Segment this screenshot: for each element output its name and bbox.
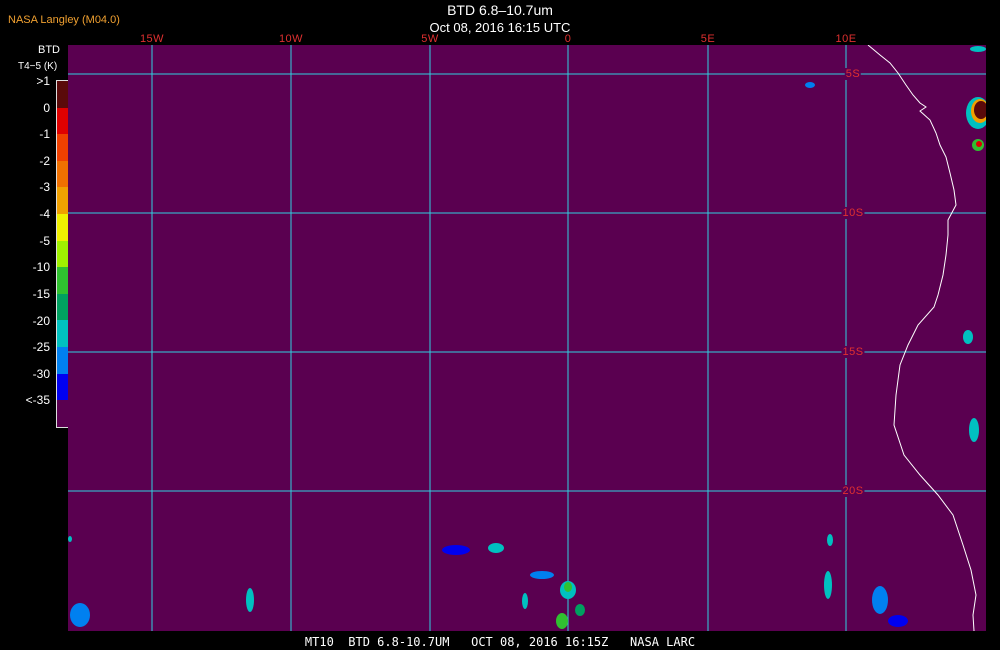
cloud-patch-south1-core	[564, 582, 572, 592]
cloud-patch-5s	[805, 82, 815, 88]
lon-label: 5W	[421, 33, 439, 45]
cloud-patch-east2	[969, 418, 979, 442]
cloud-patch-south4	[522, 593, 528, 609]
cloud-patch-top	[970, 46, 986, 52]
cloud-features	[68, 46, 986, 629]
legend-tick-label: 0	[43, 100, 50, 115]
lon-label: 10W	[278, 33, 304, 45]
cloud-patch-se3	[888, 615, 908, 627]
coastline	[867, 45, 977, 631]
cloud-patch-south5	[575, 604, 585, 616]
lon-label: 0	[564, 33, 572, 45]
legend-tick-label: -4	[39, 207, 50, 222]
cloud-patch-se2	[872, 586, 888, 614]
lat-label-5s: 5S	[844, 68, 862, 80]
legend-tick-label: -5	[39, 233, 50, 248]
satellite-map: 5S 10S 15S 20S	[68, 45, 986, 631]
cloud-cell-ne2-core	[976, 141, 982, 147]
cloud-patch-se1	[824, 571, 832, 599]
map-canvas	[68, 45, 986, 631]
image-title: BTD 6.8–10.7um	[447, 2, 553, 18]
lon-label: 5E	[700, 33, 716, 45]
lon-label: 10E	[835, 33, 857, 45]
legend-tick-label: -30	[32, 366, 50, 381]
legend-tick-label: -10	[32, 260, 50, 275]
legend-tick-label: -3	[39, 180, 50, 195]
cloud-patch-sw1	[246, 588, 254, 612]
cloud-patch-sw2	[70, 603, 90, 627]
cloud-patch-mid2	[488, 543, 504, 553]
legend-unit: T4−5 (K)	[18, 61, 58, 72]
cloud-patch-mid1	[442, 545, 470, 555]
lat-lon-grid	[68, 45, 986, 631]
legend-title: BTD	[38, 44, 60, 56]
footer-caption: MT10 BTD 6.8-10.7UM OCT 08, 2016 16:15Z …	[304, 635, 696, 649]
lat-label-20s: 20S	[841, 485, 865, 497]
legend-tick-label: -25	[32, 340, 50, 355]
cloud-patch-south2	[556, 613, 568, 629]
cloud-patch-sw3	[68, 536, 72, 542]
cloud-patch-se4	[827, 534, 833, 546]
legend-tick-label: -1	[39, 127, 50, 142]
legend-tick-label: -20	[32, 313, 50, 328]
lat-label-15s: 15S	[841, 346, 865, 358]
cloud-patch-east1	[963, 330, 973, 344]
legend-tick-label: <-35	[25, 393, 50, 408]
legend-tick-label: -2	[39, 153, 50, 168]
legend-tick-label: -15	[32, 286, 50, 301]
legend-tick-label: >1	[36, 74, 50, 88]
cloud-patch-south3	[530, 571, 554, 579]
lat-label-10s: 10S	[841, 207, 865, 219]
lon-label: 15W	[139, 33, 165, 45]
